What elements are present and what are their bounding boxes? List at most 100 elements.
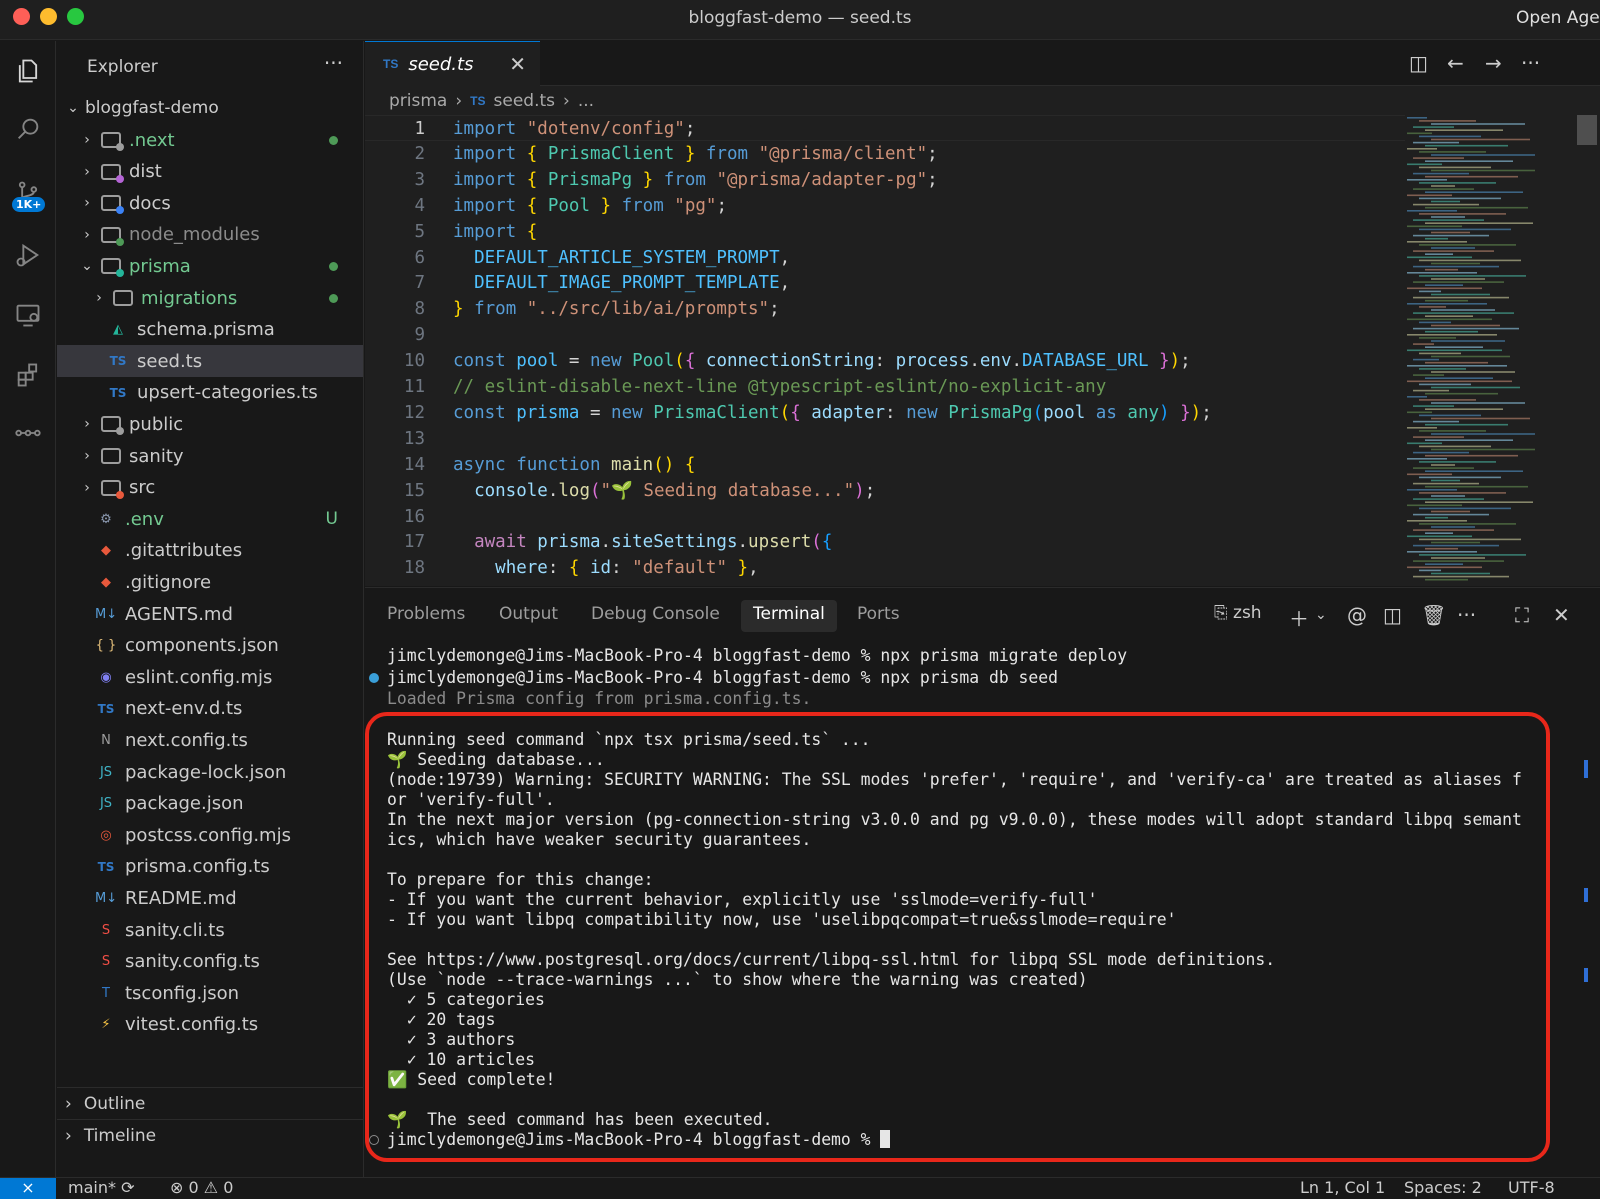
minimap-line xyxy=(1407,489,1457,491)
explorer-activity[interactable] xyxy=(0,47,56,95)
tree-item-sanity[interactable]: › sanity xyxy=(57,440,363,472)
tree-item-next-env-d-ts[interactable]: TS next-env.d.ts xyxy=(57,693,363,725)
tree-item-prisma-config-ts[interactable]: TS prisma.config.ts xyxy=(57,851,363,883)
line-number: 10 xyxy=(403,351,425,372)
tab-problems[interactable]: Problems xyxy=(375,600,477,632)
timeline-section[interactable]: › Timeline xyxy=(57,1119,363,1151)
minimap-line xyxy=(1413,513,1489,516)
tree-item-postcss-config-mjs[interactable]: ◎ postcss.config.mjs xyxy=(57,819,363,851)
explorer-more-actions-icon[interactable]: ··· xyxy=(324,51,343,75)
code-token: . xyxy=(600,532,612,553)
split-terminal-icon[interactable]: ◫ xyxy=(1383,603,1402,627)
git-graph-activity[interactable] xyxy=(0,409,56,457)
breadcrumb-item[interactable]: prisma xyxy=(389,91,447,111)
run-debug-activity[interactable] xyxy=(0,231,56,279)
tree-item-agents-md[interactable]: M↓ AGENTS.md xyxy=(57,598,363,630)
tab-output[interactable]: Output xyxy=(487,600,570,632)
code-line: 1 import "dotenv/config"; xyxy=(365,115,1405,141)
tree-item-docs[interactable]: › docs xyxy=(57,187,363,219)
open-agent-button[interactable]: Open Agent xyxy=(1516,8,1600,28)
tree-item-gitignore[interactable]: ◆ .gitignore xyxy=(57,566,363,598)
tree-item-vitest-config-ts[interactable]: ⚡ vitest.config.ts xyxy=(57,1009,363,1041)
minimap[interactable] xyxy=(1405,115,1545,585)
minimap-line xyxy=(1431,572,1490,575)
tree-item-label: prisma.config.ts xyxy=(125,856,270,878)
minimap-line xyxy=(1413,296,1509,299)
terminal-line: jimclydemonge@Jims-MacBook-Pro-4 bloggfa… xyxy=(387,646,1128,665)
search-activity[interactable] xyxy=(0,105,56,153)
tree-item-package-lock-json[interactable]: JS package-lock.json xyxy=(57,756,363,788)
encoding[interactable]: UTF-8 xyxy=(1508,1178,1555,1197)
cursor-position[interactable]: Ln 1, Col 1 xyxy=(1300,1178,1385,1197)
problems-indicator[interactable]: ⊗ 0 ⚠ 0 xyxy=(170,1178,233,1197)
tree-item-node-modules[interactable]: › node_modules xyxy=(57,219,363,251)
new-terminal-icon[interactable]: ＋ xyxy=(1289,603,1309,632)
trash-icon[interactable]: 🗑 xyxy=(1421,603,1446,627)
tree-item-dist[interactable]: › dist xyxy=(57,156,363,188)
code-line: 11 // eslint-disable-next-line @typescrip… xyxy=(365,374,1405,400)
editor-scrollbar[interactable] xyxy=(1577,115,1597,145)
maximize-panel-icon[interactable]: ⛶ xyxy=(1515,603,1529,627)
folder-badge xyxy=(116,490,124,499)
code-line: 14 async function main() { xyxy=(365,452,1405,478)
tree-item-migrations[interactable]: › migrations xyxy=(57,282,363,314)
tree-item-package-json[interactable]: JS package.json xyxy=(57,788,363,820)
chevron-down-icon[interactable]: ⌄ xyxy=(1315,607,1327,623)
explorer-root-folder[interactable]: ⌄ bloggfast-demo xyxy=(57,92,363,124)
minimap-line xyxy=(1413,420,1459,423)
tree-item-eslint-config-mjs[interactable]: ◉ eslint.config.mjs xyxy=(57,661,363,693)
split-editor-icon[interactable]: ◫ xyxy=(1409,51,1428,75)
breadcrumb-item[interactable]: seed.ts xyxy=(494,91,556,111)
tree-item-tsconfig-json[interactable]: Ttsconfig.json xyxy=(57,977,363,1009)
tab-terminal[interactable]: Terminal xyxy=(741,600,837,632)
tree-item-sanity-config-ts[interactable]: Ssanity.config.ts xyxy=(57,946,363,978)
tree-item-src[interactable]: › src xyxy=(57,472,363,504)
remote-indicator[interactable]: ⨯ xyxy=(0,1178,56,1199)
editor-more-actions-icon[interactable]: ··· xyxy=(1521,51,1540,75)
code-token: . xyxy=(547,480,559,501)
tab-ports[interactable]: Ports xyxy=(845,600,912,632)
tree-item-schema-prisma[interactable]: ◭ schema.prisma xyxy=(57,314,363,346)
tab-debug-console[interactable]: Debug Console xyxy=(579,600,732,632)
tree-item-label: components.json xyxy=(125,635,279,657)
code-line: 16 xyxy=(365,504,1405,530)
tab-seed-ts[interactable]: TS seed.ts ✕ xyxy=(365,41,540,86)
branch-indicator[interactable]: main* ⟳ xyxy=(68,1178,134,1197)
go-forward-icon[interactable]: → xyxy=(1485,51,1502,75)
extensions-activity[interactable] xyxy=(0,351,56,399)
tree-item-prisma[interactable]: ⌄ prisma xyxy=(57,250,363,282)
tree-item-sanity-cli-ts[interactable]: Ssanity.cli.ts xyxy=(57,914,363,946)
panel-more-actions-icon[interactable]: ··· xyxy=(1457,603,1476,627)
line-number: 2 xyxy=(414,143,425,164)
run-debug-icon xyxy=(16,243,40,267)
minimap-line xyxy=(1425,144,1508,147)
tree-item-next[interactable]: › .next xyxy=(57,124,363,156)
source-control-activity[interactable]: 1K+ xyxy=(0,169,56,217)
tree-item-env[interactable]: ⚙ .env U xyxy=(57,503,363,535)
tree-item-seed-ts[interactable]: TS seed.ts xyxy=(57,345,363,378)
activity-bar: 1K+ xyxy=(0,41,56,1177)
tree-item-next-config-ts[interactable]: Nnext.config.ts xyxy=(57,724,363,756)
tree-item-label: sanity.cli.ts xyxy=(125,919,225,941)
go-back-icon[interactable]: ← xyxy=(1447,51,1464,75)
folder-icon xyxy=(113,290,133,306)
line-number: 15 xyxy=(403,480,425,501)
remote-explorer-activity[interactable] xyxy=(0,291,56,339)
tree-item-components-json[interactable]: { } components.json xyxy=(57,630,363,662)
close-tab-icon[interactable]: ✕ xyxy=(509,52,526,76)
tree-item-upsert-categories-ts[interactable]: TS upsert-categories.ts xyxy=(57,377,363,409)
minimap-line xyxy=(1407,225,1462,228)
explorer-title: Explorer xyxy=(87,57,158,77)
close-panel-icon[interactable]: ✕ xyxy=(1553,603,1570,627)
minimap-line xyxy=(1419,306,1446,308)
code-token: : xyxy=(611,558,633,579)
breadcrumb-item[interactable]: ... xyxy=(578,91,594,111)
terminal-shell-selector[interactable]: ⎘ zsh xyxy=(1214,603,1262,623)
indentation[interactable]: Spaces: 2 xyxy=(1404,1178,1482,1197)
outline-section[interactable]: › Outline xyxy=(57,1087,363,1119)
mention-icon[interactable]: @ xyxy=(1347,603,1367,627)
tree-item-public[interactable]: › public xyxy=(57,408,363,440)
tree-item-readme-md[interactable]: M↓ README.md xyxy=(57,882,363,914)
tree-item-gitattributes[interactable]: ◆ .gitattributes xyxy=(57,535,363,567)
command-decoration-icon[interactable] xyxy=(369,673,379,683)
